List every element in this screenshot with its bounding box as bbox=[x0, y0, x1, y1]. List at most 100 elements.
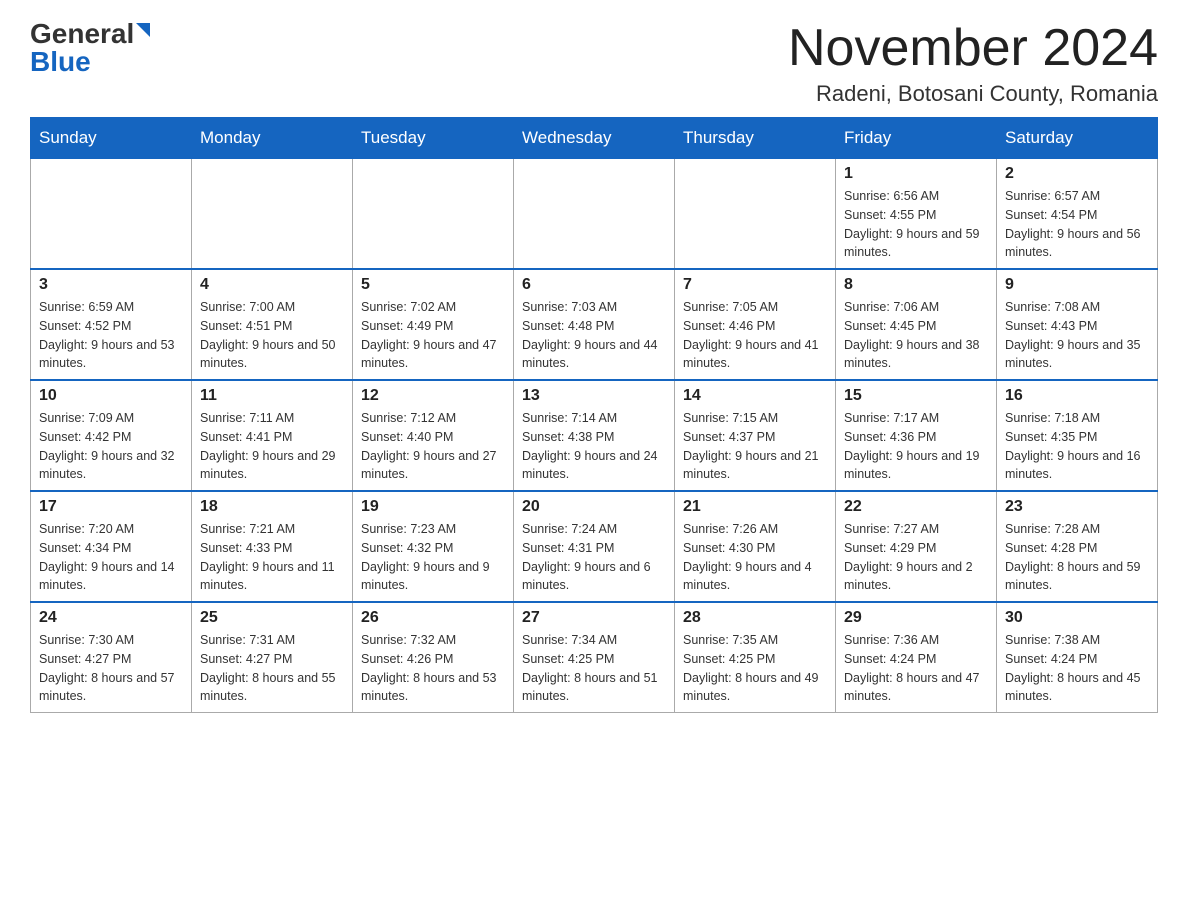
day-number: 28 bbox=[683, 609, 827, 627]
logo: General Blue bbox=[30, 20, 150, 76]
title-area: November 2024 Radeni, Botosani County, R… bbox=[788, 20, 1158, 107]
day-number: 22 bbox=[844, 498, 988, 516]
calendar-cell bbox=[31, 159, 192, 270]
calendar-cell: 15 Sunrise: 7:17 AM Sunset: 4:36 PM Dayli… bbox=[836, 380, 997, 491]
calendar-cell: 14 Sunrise: 7:15 AM Sunset: 4:37 PM Dayli… bbox=[675, 380, 836, 491]
day-of-week-header: Saturday bbox=[997, 118, 1158, 159]
calendar-cell: 17 Sunrise: 7:20 AM Sunset: 4:34 PM Dayli… bbox=[31, 491, 192, 602]
day-number: 1 bbox=[844, 165, 988, 183]
day-number: 17 bbox=[39, 498, 183, 516]
calendar-cell: 11 Sunrise: 7:11 AM Sunset: 4:41 PM Dayli… bbox=[192, 380, 353, 491]
day-number: 20 bbox=[522, 498, 666, 516]
day-number: 9 bbox=[1005, 276, 1149, 294]
day-info: Sunrise: 7:15 AM Sunset: 4:37 PM Dayligh… bbox=[683, 409, 827, 484]
calendar-cell: 6Sunrise: 7:03 AM Sunset: 4:48 PM Daylig… bbox=[514, 269, 675, 380]
day-number: 3 bbox=[39, 276, 183, 294]
day-info: Sunrise: 7:08 AM Sunset: 4:43 PM Dayligh… bbox=[1005, 298, 1149, 373]
day-info: Sunrise: 7:28 AM Sunset: 4:28 PM Dayligh… bbox=[1005, 520, 1149, 595]
day-number: 15 bbox=[844, 387, 988, 405]
day-info: Sunrise: 7:35 AM Sunset: 4:25 PM Dayligh… bbox=[683, 631, 827, 706]
day-number: 4 bbox=[200, 276, 344, 294]
calendar-cell: 28 Sunrise: 7:35 AM Sunset: 4:25 PM Dayli… bbox=[675, 602, 836, 713]
day-info: Sunrise: 7:34 AM Sunset: 4:25 PM Dayligh… bbox=[522, 631, 666, 706]
calendar-cell: 19 Sunrise: 7:23 AM Sunset: 4:32 PM Dayli… bbox=[353, 491, 514, 602]
day-of-week-header: Friday bbox=[836, 118, 997, 159]
day-info: Sunrise: 7:36 AM Sunset: 4:24 PM Dayligh… bbox=[844, 631, 988, 706]
day-info: Sunrise: 7:38 AM Sunset: 4:24 PM Dayligh… bbox=[1005, 631, 1149, 706]
calendar-header-row: SundayMondayTuesdayWednesdayThursdayFrid… bbox=[31, 118, 1158, 159]
calendar-cell: 30 Sunrise: 7:38 AM Sunset: 4:24 PM Dayli… bbox=[997, 602, 1158, 713]
calendar-cell: 18 Sunrise: 7:21 AM Sunset: 4:33 PM Dayli… bbox=[192, 491, 353, 602]
day-number: 13 bbox=[522, 387, 666, 405]
day-info: Sunrise: 7:06 AM Sunset: 4:45 PM Dayligh… bbox=[844, 298, 988, 373]
calendar-cell: 1 Sunrise: 6:56 AM Sunset: 4:55 PM Daylig… bbox=[836, 159, 997, 270]
day-info: Sunrise: 7:14 AM Sunset: 4:38 PM Dayligh… bbox=[522, 409, 666, 484]
calendar-cell: 22 Sunrise: 7:27 AM Sunset: 4:29 PM Dayli… bbox=[836, 491, 997, 602]
calendar-cell: 25Sunrise: 7:31 AM Sunset: 4:27 PM Dayli… bbox=[192, 602, 353, 713]
calendar-cell: 26Sunrise: 7:32 AM Sunset: 4:26 PM Dayli… bbox=[353, 602, 514, 713]
day-number: 18 bbox=[200, 498, 344, 516]
header: General Blue November 2024 Radeni, Botos… bbox=[30, 20, 1158, 107]
day-info: Sunrise: 7:18 AM Sunset: 4:35 PM Dayligh… bbox=[1005, 409, 1149, 484]
day-number: 11 bbox=[200, 387, 344, 405]
calendar-cell: 20 Sunrise: 7:24 AM Sunset: 4:31 PM Dayli… bbox=[514, 491, 675, 602]
day-info: Sunrise: 7:00 AM Sunset: 4:51 PM Dayligh… bbox=[200, 298, 344, 373]
calendar-cell bbox=[675, 159, 836, 270]
calendar-cell: 5 Sunrise: 7:02 AM Sunset: 4:49 PM Daylig… bbox=[353, 269, 514, 380]
day-of-week-header: Sunday bbox=[31, 118, 192, 159]
day-info: Sunrise: 7:24 AM Sunset: 4:31 PM Dayligh… bbox=[522, 520, 666, 595]
calendar-cell: 16 Sunrise: 7:18 AM Sunset: 4:35 PM Dayli… bbox=[997, 380, 1158, 491]
day-number: 19 bbox=[361, 498, 505, 516]
day-info: Sunrise: 7:11 AM Sunset: 4:41 PM Dayligh… bbox=[200, 409, 344, 484]
day-of-week-header: Thursday bbox=[675, 118, 836, 159]
calendar-cell: 8Sunrise: 7:06 AM Sunset: 4:45 PM Daylig… bbox=[836, 269, 997, 380]
day-of-week-header: Wednesday bbox=[514, 118, 675, 159]
day-number: 6 bbox=[522, 276, 666, 294]
day-info: Sunrise: 7:27 AM Sunset: 4:29 PM Dayligh… bbox=[844, 520, 988, 595]
calendar-cell: 21Sunrise: 7:26 AM Sunset: 4:30 PM Dayli… bbox=[675, 491, 836, 602]
day-number: 12 bbox=[361, 387, 505, 405]
calendar-week-row: 1 Sunrise: 6:56 AM Sunset: 4:55 PM Daylig… bbox=[31, 159, 1158, 270]
day-number: 5 bbox=[361, 276, 505, 294]
calendar-cell: 9 Sunrise: 7:08 AM Sunset: 4:43 PM Daylig… bbox=[997, 269, 1158, 380]
day-number: 16 bbox=[1005, 387, 1149, 405]
calendar-cell: 13 Sunrise: 7:14 AM Sunset: 4:38 PM Dayli… bbox=[514, 380, 675, 491]
calendar-cell: 7 Sunrise: 7:05 AM Sunset: 4:46 PM Daylig… bbox=[675, 269, 836, 380]
day-info: Sunrise: 6:56 AM Sunset: 4:55 PM Dayligh… bbox=[844, 187, 988, 262]
day-number: 7 bbox=[683, 276, 827, 294]
day-info: Sunrise: 7:02 AM Sunset: 4:49 PM Dayligh… bbox=[361, 298, 505, 373]
day-info: Sunrise: 7:30 AM Sunset: 4:27 PM Dayligh… bbox=[39, 631, 183, 706]
day-info: Sunrise: 7:17 AM Sunset: 4:36 PM Dayligh… bbox=[844, 409, 988, 484]
calendar-cell bbox=[353, 159, 514, 270]
day-info: Sunrise: 7:12 AM Sunset: 4:40 PM Dayligh… bbox=[361, 409, 505, 484]
day-of-week-header: Monday bbox=[192, 118, 353, 159]
day-number: 14 bbox=[683, 387, 827, 405]
day-number: 30 bbox=[1005, 609, 1149, 627]
month-title: November 2024 bbox=[788, 20, 1158, 77]
calendar-week-row: 17 Sunrise: 7:20 AM Sunset: 4:34 PM Dayli… bbox=[31, 491, 1158, 602]
calendar-cell bbox=[514, 159, 675, 270]
calendar-cell: 3 Sunrise: 6:59 AM Sunset: 4:52 PM Daylig… bbox=[31, 269, 192, 380]
logo-arrow-icon bbox=[136, 23, 150, 37]
logo-blue-text: Blue bbox=[30, 48, 91, 76]
calendar-cell: 29Sunrise: 7:36 AM Sunset: 4:24 PM Dayli… bbox=[836, 602, 997, 713]
day-number: 21 bbox=[683, 498, 827, 516]
day-info: Sunrise: 7:20 AM Sunset: 4:34 PM Dayligh… bbox=[39, 520, 183, 595]
day-info: Sunrise: 6:59 AM Sunset: 4:52 PM Dayligh… bbox=[39, 298, 183, 373]
day-number: 24 bbox=[39, 609, 183, 627]
calendar-week-row: 3 Sunrise: 6:59 AM Sunset: 4:52 PM Daylig… bbox=[31, 269, 1158, 380]
day-info: Sunrise: 7:05 AM Sunset: 4:46 PM Dayligh… bbox=[683, 298, 827, 373]
calendar-cell bbox=[192, 159, 353, 270]
day-info: Sunrise: 7:23 AM Sunset: 4:32 PM Dayligh… bbox=[361, 520, 505, 595]
day-number: 25 bbox=[200, 609, 344, 627]
calendar-cell: 27Sunrise: 7:34 AM Sunset: 4:25 PM Dayli… bbox=[514, 602, 675, 713]
day-info: Sunrise: 7:09 AM Sunset: 4:42 PM Dayligh… bbox=[39, 409, 183, 484]
calendar-week-row: 10Sunrise: 7:09 AM Sunset: 4:42 PM Dayli… bbox=[31, 380, 1158, 491]
calendar-cell: 4 Sunrise: 7:00 AM Sunset: 4:51 PM Daylig… bbox=[192, 269, 353, 380]
day-info: Sunrise: 7:21 AM Sunset: 4:33 PM Dayligh… bbox=[200, 520, 344, 595]
day-of-week-header: Tuesday bbox=[353, 118, 514, 159]
day-number: 2 bbox=[1005, 165, 1149, 183]
calendar-cell: 24 Sunrise: 7:30 AM Sunset: 4:27 PM Dayli… bbox=[31, 602, 192, 713]
calendar-week-row: 24 Sunrise: 7:30 AM Sunset: 4:27 PM Dayli… bbox=[31, 602, 1158, 713]
day-info: Sunrise: 7:32 AM Sunset: 4:26 PM Dayligh… bbox=[361, 631, 505, 706]
